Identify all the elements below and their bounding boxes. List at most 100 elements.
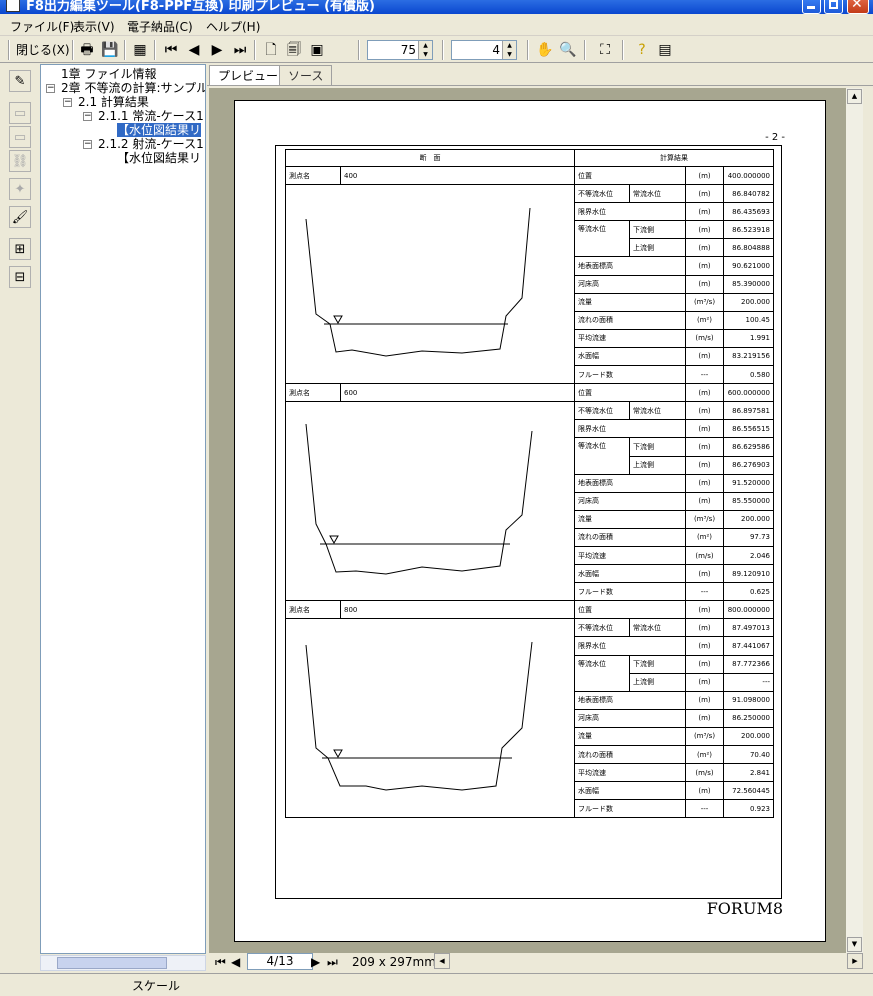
result-value: 87.772366 [723,654,774,674]
preview-area: - 2 - 断 面 計算結果 測点名 400 位置 (m) 400.000000 不等流水… [209,88,846,955]
next-page-nav-icon[interactable]: ▶ [311,955,320,969]
result-unit: (m/s) [685,545,724,566]
menu-file[interactable]: ファイル(F) [10,18,74,35]
tab-preview[interactable]: プレビュー [209,65,288,85]
tree-collapse-toggle[interactable]: − [63,98,72,107]
tree-item[interactable]: 2.1.2 射流-ケース1 [98,137,204,151]
hand-tool-icon[interactable]: ✋ [536,41,554,59]
result-value: 90.621000 [723,256,774,276]
edit-pen-icon[interactable]: ✎ [9,70,31,92]
result-unit: --- [685,365,724,385]
page-indicator[interactable]: 4/13 [247,953,313,970]
pages-spin-arrows[interactable]: ▲ ▼ [502,41,516,59]
result-value: 86.840782 [723,184,774,204]
first-page-icon[interactable]: ⏮ [162,41,180,59]
paint-icon[interactable]: 🖌 [9,206,31,228]
page-alt-icon[interactable]: ▭ [9,126,31,148]
scroll-right-icon[interactable]: ▶ [847,953,863,969]
menu-electronic-delivery[interactable]: 電子納品(C) [127,18,193,35]
result-sublabel: 常流水位 [629,401,686,421]
result-label: 水面幅 [574,564,686,584]
info-card-icon[interactable]: ▤ [656,41,674,59]
figure-icon[interactable]: ✦ [9,178,31,200]
toolbar-separator [154,40,156,60]
tree-item-selected[interactable]: 【水位図結果リ [117,123,202,137]
result-sublabel: 上流側 [629,455,686,475]
result-label: 等流水位 [574,437,630,475]
results-table: 断 面 計算結果 測点名 400 位置 (m) 400.000000 不等流水位 常流水位(… [285,149,774,819]
result-label: 河床高 [574,491,686,511]
result-label: 河床高 [574,274,686,294]
result-label: 水面幅 [574,781,686,801]
result-value: 800.000000 [723,600,774,620]
cross-section-diagram [305,208,531,357]
close-icon: ✕ [851,0,863,12]
result-unit: (m³/s) [685,726,724,747]
result-unit: (m) [685,437,724,457]
first-page-nav-icon[interactable]: ⏮ [215,955,226,970]
result-value: 87.497013 [723,618,774,638]
link-icon[interactable]: ⛓ [9,150,31,172]
tree-item[interactable]: 2章 不等流の計算:サンプル [61,81,205,95]
tree-item[interactable]: 2.1.1 常流-ケース1 [98,109,204,123]
result-label: 不等流水位 [574,401,630,421]
print-setup-icon[interactable]: ▦ [131,41,149,59]
last-page-icon[interactable]: ⏭ [231,41,249,59]
tree-item[interactable]: 1章 ファイル情報 [61,67,156,81]
tree-horizontal-scrollbar[interactable] [40,955,206,971]
zoom-spinner[interactable]: ▲▼ [367,40,433,60]
prev-page-nav-icon[interactable]: ◀ [231,955,240,969]
result-unit: (m) [685,600,724,620]
toolbar: 閉じる(X) 🖶 💾 ▦ ⏮ ◀ ▶ ⏭ 🗋 🗐 ▣ ▲▼ ▲▼ ✋ 🔍 ⛶ ?… [0,37,873,63]
tree-item[interactable]: 2.1 計算結果 [78,95,149,109]
result-unit: --- [685,799,724,819]
next-page-icon[interactable]: ▶ [208,41,226,59]
scroll-left-icon[interactable]: ◀ [434,953,450,969]
multi-page-icon[interactable]: ▣ [308,41,326,59]
result-value: 0.625 [723,582,774,602]
result-unit: (m) [685,238,724,258]
tree-expand-icon[interactable]: ⊞ [9,238,31,260]
close-window-button[interactable]: ✕ [847,0,869,14]
scroll-down-icon[interactable]: ▼ [847,937,862,952]
tab-source[interactable]: ソース [279,65,333,85]
tree-collapse-toggle[interactable]: − [83,112,92,121]
menu-help[interactable]: ヘルプ(H) [206,18,260,35]
result-sublabel: 常流水位 [629,184,686,204]
preview-vertical-scrollbar[interactable]: ▲ ▼ [846,88,863,955]
toolbar-separator [358,40,360,60]
print-icon[interactable]: 🖶 [78,41,96,59]
page-icon[interactable]: ▭ [9,102,31,124]
save-icon[interactable]: 💾 [101,41,119,59]
result-value: 200.000 [723,726,774,747]
result-label: 平均流速 [574,328,686,348]
magnifier-icon[interactable]: 🔍 [559,41,577,59]
result-value: 83.219156 [723,346,774,367]
tree-collapse-icon[interactable]: ⊟ [9,266,31,288]
menu-view[interactable]: 表示(V) [73,18,115,35]
tree-collapse-toggle[interactable]: − [83,140,92,149]
fit-page-icon[interactable]: ⛶ [596,41,614,59]
scroll-up-icon[interactable]: ▲ [847,89,862,104]
water-level-marker-icon [333,749,343,759]
result-label: 限界水位 [574,419,686,439]
last-page-nav-icon[interactable]: ⏭ [327,955,338,970]
tree-item[interactable]: 【水位図結果リ [117,151,201,165]
close-preview-button[interactable]: 閉じる(X) [16,41,70,58]
tree-collapse-toggle[interactable]: − [46,84,55,93]
result-value: --- [723,672,774,692]
toolbar-separator [527,40,529,60]
two-page-icon[interactable]: 🗐 [285,41,303,59]
result-value: 70.40 [723,744,774,765]
result-label: フルード数 [574,799,686,819]
result-label: 流量 [574,726,686,747]
page-navigation-bar: ⏮ ◀ 4/13 ▶ ⏭ 209 x 297mm ◀ ▶ [209,953,863,971]
help-icon[interactable]: ? [633,41,651,59]
maximize-button[interactable] [824,0,843,14]
scrollbar-thumb[interactable] [57,957,167,969]
single-page-icon[interactable]: 🗋 [262,41,280,59]
minimize-button[interactable] [802,0,821,14]
prev-page-icon[interactable]: ◀ [185,41,203,59]
zoom-spin-arrows[interactable]: ▲ ▼ [418,41,432,59]
pages-spinner[interactable]: ▲▼ [451,40,517,60]
